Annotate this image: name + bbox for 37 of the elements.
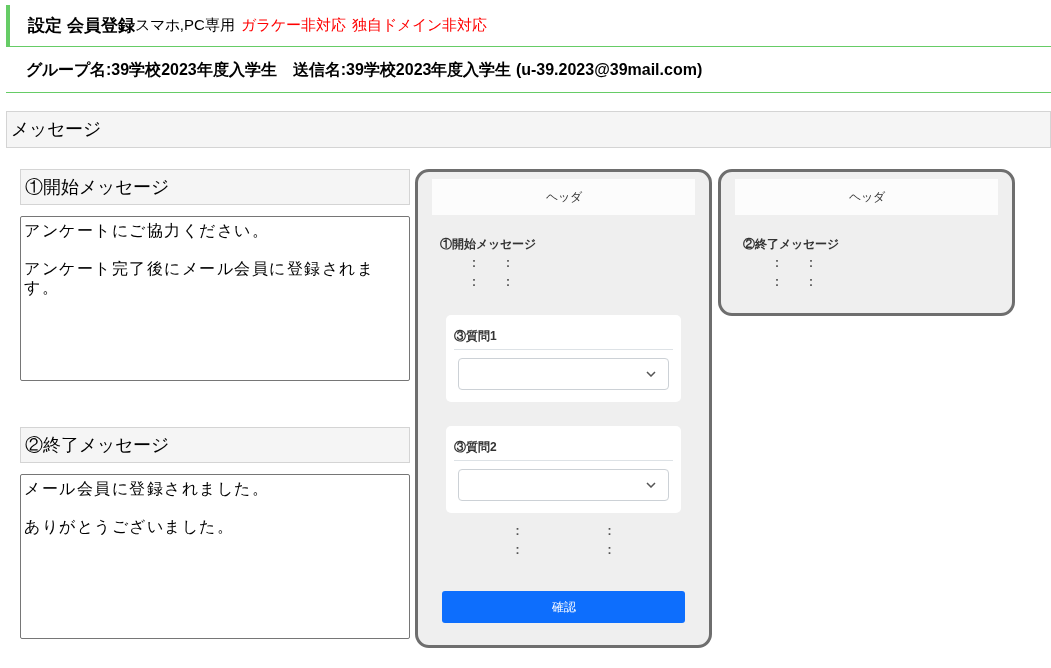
message-paragraph: ありがとうございました。 <box>24 517 235 536</box>
confirm-button[interactable]: 確認 <box>442 591 685 623</box>
preview-header: ヘッダ <box>432 179 695 215</box>
warning-text: 独自ドメイン非対応 <box>351 15 487 36</box>
message-label: ②終了メッセージ <box>20 427 410 463</box>
message-input[interactable]: メール会員に登録されました。 ありがとうございました。 <box>20 474 410 639</box>
preview-message-label: ②終了メッセージ <box>743 236 840 253</box>
warning-text: ガラケー非対応 <box>240 15 346 36</box>
ellipsis-mark: : <box>775 254 779 272</box>
question-label: ③質問1 <box>454 327 673 350</box>
ellipsis-mark: : <box>515 522 520 540</box>
ellipsis-mark: : <box>775 273 779 291</box>
message-paragraph: アンケート完了後にメール会員に登録されます。 <box>24 259 375 297</box>
dropdown-field[interactable] <box>458 358 669 390</box>
ellipsis-mark: : <box>515 541 520 559</box>
group-info: グループ名:39学校2023年度入学生 送信名:39学校2023年度入学生 (u-39.2023@39mail.com) <box>26 59 703 80</box>
question-label: ③質問2 <box>454 438 673 461</box>
preview-message-label: ①開始メッセージ <box>440 236 537 253</box>
ellipsis-mark: : <box>809 273 813 291</box>
ellipsis-mark: : <box>506 254 510 272</box>
page-subtitle: スマホ,PC専用 <box>134 15 235 36</box>
message-paragraph: アンケートにご協力ください。 <box>24 221 270 240</box>
ellipsis-mark: : <box>506 273 510 291</box>
preview-header: ヘッダ <box>735 179 998 215</box>
ellipsis-mark: : <box>607 522 612 540</box>
message-input[interactable]: アンケートにご協力ください。 アンケート完了後にメール会員に登録されます。 <box>20 216 410 381</box>
ellipsis-mark: : <box>472 273 476 291</box>
chevron-down-icon <box>646 371 656 377</box>
ellipsis-mark: : <box>809 254 813 272</box>
ellipsis-mark: : <box>472 254 476 272</box>
section-header: メッセージ <box>6 111 1051 148</box>
page-title: 設定 会員登録 <box>28 14 135 37</box>
message-label: ①開始メッセージ <box>20 169 410 205</box>
message-paragraph: メール会員に登録されました。 <box>24 479 270 498</box>
ellipsis-mark: : <box>607 541 612 559</box>
dropdown-field[interactable] <box>458 469 669 501</box>
chevron-down-icon <box>646 482 656 488</box>
